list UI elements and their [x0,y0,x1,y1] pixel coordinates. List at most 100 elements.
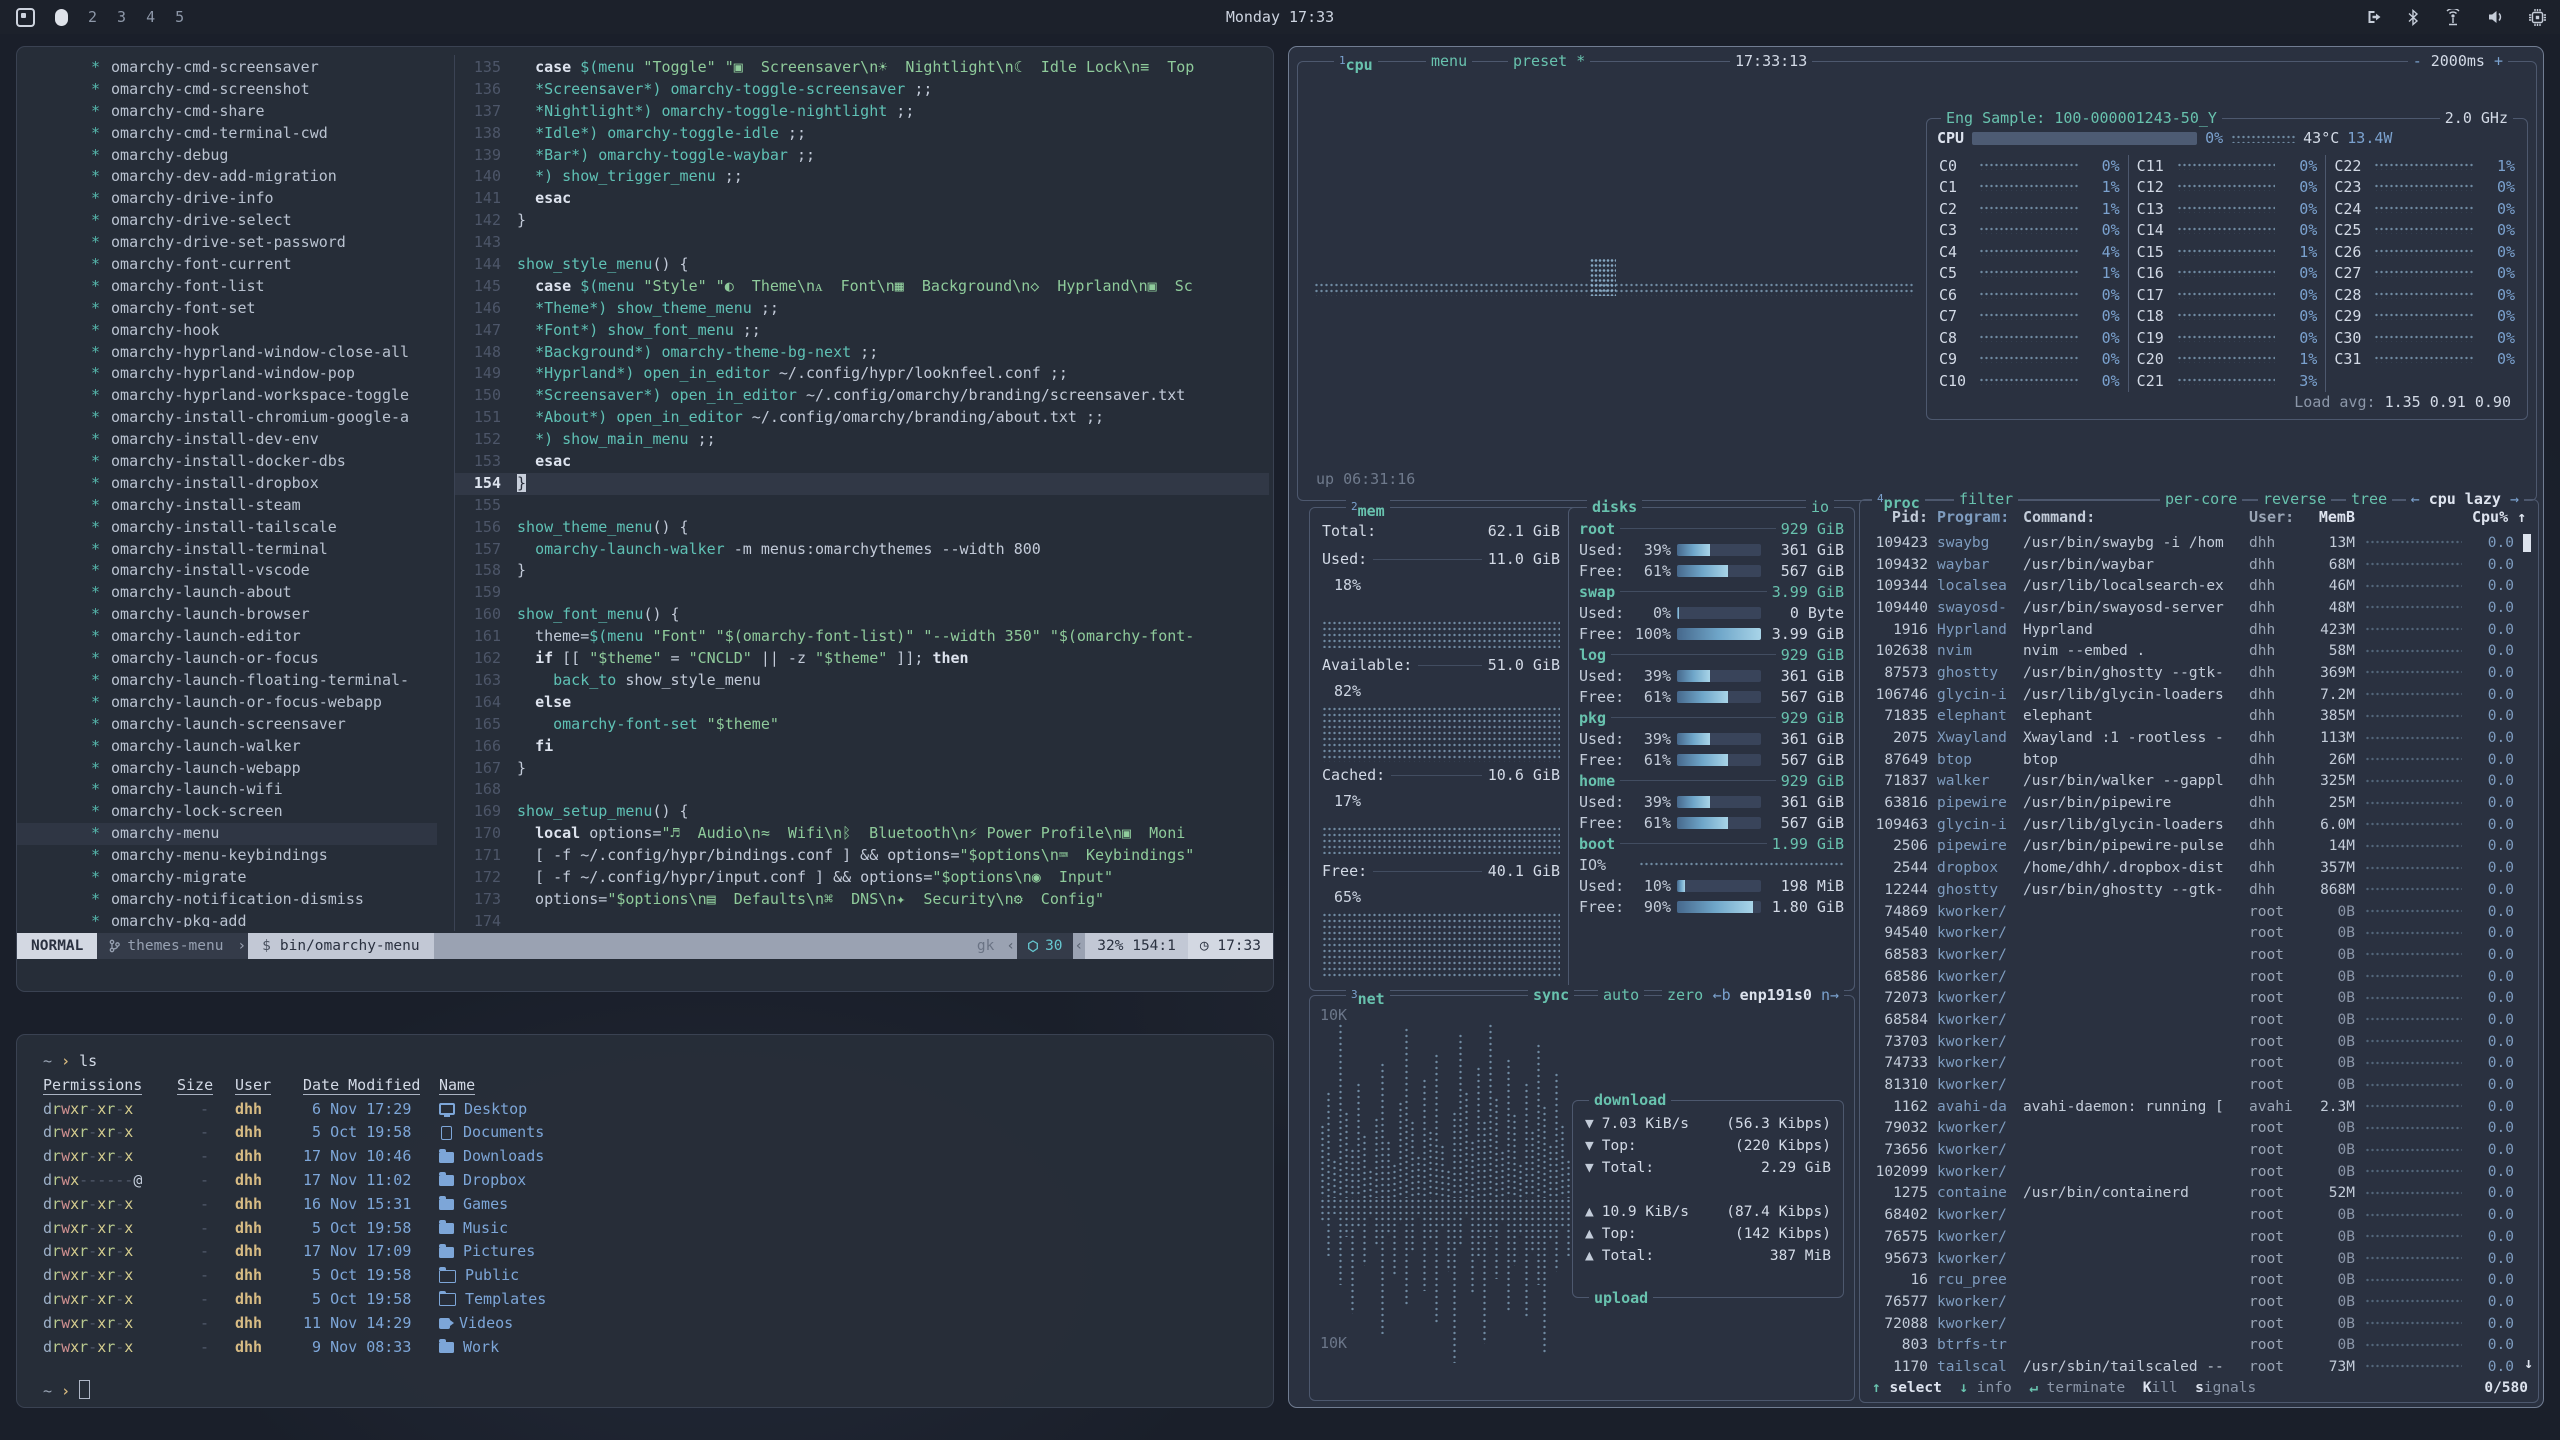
file-item[interactable]: *omarchy-debug [17,145,437,167]
process-row[interactable]: 73656kworker/root0B0.0 [1868,1139,2514,1161]
net-sync[interactable]: sync [1528,985,1574,1005]
file-item[interactable]: *omarchy-launch-editor [17,626,437,648]
file-item[interactable]: *omarchy-migrate [17,867,437,889]
file-item[interactable]: *omarchy-launch-about [17,582,437,604]
process-row[interactable]: 68584kworker/root0B0.0 [1868,1009,2514,1031]
process-row[interactable]: 76575kworker/root0B0.0 [1868,1226,2514,1248]
file-item[interactable]: *omarchy-hyprland-window-pop [17,363,437,385]
hotkey[interactable]: ↓ [1959,1380,1968,1396]
process-row[interactable]: 106746glycin-i/usr/lib/glycin-loadersdhh… [1868,684,2514,706]
file-item[interactable]: *omarchy-launch-webapp [17,758,437,780]
process-row[interactable]: 102638nvimnvim --embed .dhh58M0.0 [1868,640,2514,662]
logout-icon[interactable] [2366,9,2383,25]
file-item[interactable]: *omarchy-launch-wifi [17,779,437,801]
tab-preset[interactable]: preset * [1508,51,1590,71]
process-row[interactable]: 1162avahi-daavahi-daemon: running [avahi… [1868,1096,2514,1118]
process-row[interactable]: 72073kworker/root0B0.0 [1868,987,2514,1009]
proc-filter[interactable]: filter [1954,489,2018,509]
process-row[interactable]: 109344localsea/usr/lib/localsearch-exdhh… [1868,575,2514,597]
process-row[interactable]: 68583kworker/root0B0.0 [1868,944,2514,966]
file-item[interactable]: *omarchy-hyprland-window-close-all [17,342,437,364]
file-item[interactable]: *omarchy-install-tailscale [17,517,437,539]
file-item[interactable]: *omarchy-drive-select [17,210,437,232]
net-auto[interactable]: auto [1598,985,1644,1005]
process-row[interactable]: 63816pipewire/usr/bin/pipewiredhh25M0.0 [1868,792,2514,814]
proc-per-core[interactable]: per-core [2160,489,2242,509]
code-pane[interactable]: 135 case $(menu "Toggle" "▣ Screensaver\… [455,57,1269,927]
process-row[interactable]: 94540kworker/root0B0.0 [1868,922,2514,944]
terminal-content[interactable]: ~ › ls Permissions Size User Date Modifi… [17,1035,1273,1407]
file-item[interactable]: *omarchy-font-current [17,254,437,276]
tab-disks[interactable]: disks [1587,497,1642,517]
file-item[interactable]: *omarchy-hyprland-workspace-toggle [17,385,437,407]
process-row[interactable]: 1275containe/usr/bin/containerdroot52M0.… [1868,1183,2514,1205]
file-item[interactable]: *omarchy-install-dev-env [17,429,437,451]
file-item[interactable]: *omarchy-dev-add-migration [17,166,437,188]
hotkey[interactable]: ↑ [1872,1380,1881,1396]
process-row[interactable]: 68586kworker/root0B0.0 [1868,966,2514,988]
process-row[interactable]: 109463glycin-i/usr/lib/glycin-loadersdhh… [1868,814,2514,836]
file-item[interactable]: *omarchy-menu-keybindings [17,845,437,867]
tab-net[interactable]: 3net [1346,985,1390,1005]
file-item[interactable]: *omarchy-install-terminal [17,539,437,561]
file-item[interactable]: *omarchy-install-dropbox [17,473,437,495]
file-item[interactable]: *omarchy-hook [17,320,437,342]
process-row[interactable]: 803btrfs-trroot0B0.0 [1868,1334,2514,1356]
proc-tree[interactable]: tree [2346,489,2392,509]
file-item[interactable]: *omarchy-cmd-share [17,101,437,123]
process-row[interactable]: 87649btopbtopdhh26M0.0 [1868,749,2514,771]
tab-mem[interactable]: 2mem [1346,497,1390,517]
file-item[interactable]: *omarchy-install-steam [17,495,437,517]
process-row[interactable]: 87573ghostty/usr/bin/ghostty --gtk-dhh36… [1868,662,2514,684]
process-row[interactable]: 1170tailscal/usr/sbin/tailscaled --root7… [1868,1356,2514,1374]
process-row[interactable]: 95673kworker/root0B0.0 [1868,1248,2514,1270]
file-item[interactable]: *omarchy-install-vscode [17,560,437,582]
process-row[interactable]: 2075XwaylandXwayland :1 -rootless -dhh11… [1868,727,2514,749]
cpu-icon[interactable] [2529,9,2546,26]
process-row[interactable]: 72088kworker/root0B0.0 [1868,1313,2514,1335]
proc-reverse[interactable]: reverse [2258,489,2331,509]
net-zero[interactable]: zero [1662,985,1708,1005]
file-item[interactable]: *omarchy-launch-screensaver [17,714,437,736]
volume-icon[interactable] [2487,9,2505,25]
tab-proc[interactable]: 4proc [1872,489,1925,509]
file-item[interactable]: *omarchy-menu [17,823,437,845]
tab-menu[interactable]: menu [1426,51,1472,71]
tab-io[interactable]: io [1806,497,1834,517]
tab-cpu[interactable]: 1cpu [1334,51,1378,71]
file-item[interactable]: *omarchy-launch-floating-terminal- [17,670,437,692]
scroll-down-indicator[interactable]: ↓ [2524,1354,2533,1372]
file-item[interactable]: *omarchy-drive-set-password [17,232,437,254]
file-item[interactable]: *omarchy-cmd-screensaver [17,57,437,79]
process-row[interactable]: 71835elephantelephantdhh385M0.0 [1868,706,2514,728]
process-row[interactable]: 79032kworker/root0B0.0 [1868,1118,2514,1140]
process-row[interactable]: 109440swayosd-/usr/bin/swayosd-serverdhh… [1868,597,2514,619]
process-row[interactable]: 73703kworker/root0B0.0 [1868,1031,2514,1053]
file-item[interactable]: *omarchy-install-docker-dbs [17,451,437,473]
file-item[interactable]: *omarchy-install-chromium-google-a [17,407,437,429]
file-item[interactable]: *omarchy-launch-browser [17,604,437,626]
process-row[interactable]: 16rcu_preeroot0B0.0 [1868,1269,2514,1291]
process-row[interactable]: 1916HyprlandHyprlanddhh423M0.0 [1868,619,2514,641]
bluetooth-icon[interactable] [2407,9,2419,26]
process-row[interactable]: 109432waybar/usr/bin/waybardhh68M0.0 [1868,554,2514,576]
process-row[interactable]: 109423swaybg/usr/bin/swaybg -i /homdhh13… [1868,532,2514,554]
file-item[interactable]: *omarchy-cmd-terminal-cwd [17,123,437,145]
file-item[interactable]: *omarchy-font-set [17,298,437,320]
file-item[interactable]: *omarchy-launch-walker [17,736,437,758]
file-item[interactable]: *omarchy-lock-screen [17,801,437,823]
hotkey[interactable]: ↵ [2029,1380,2038,1396]
process-row[interactable]: 81310kworker/root0B0.0 [1868,1074,2514,1096]
process-row[interactable]: 71837walker/usr/bin/walker --gappldhh325… [1868,771,2514,793]
file-item[interactable]: *omarchy-cmd-screenshot [17,79,437,101]
proc-scrollbar[interactable] [2523,534,2531,552]
prompt-line-empty[interactable]: ~ › [43,1380,1255,1403]
process-row[interactable]: 76577kworker/root0B0.0 [1868,1291,2514,1313]
process-row[interactable]: 2506pipewire/usr/bin/pipewire-pulsedhh14… [1868,836,2514,858]
file-item[interactable]: *omarchy-pkg-add [17,911,437,927]
file-item[interactable]: *omarchy-font-list [17,276,437,298]
net-interface[interactable]: ←b enp191s0 n→ [1708,985,1844,1005]
process-row[interactable]: 74733kworker/root0B0.0 [1868,1053,2514,1075]
file-item[interactable]: *omarchy-launch-or-focus-webapp [17,692,437,714]
update-interval[interactable]: - 2000ms + [2408,51,2508,71]
